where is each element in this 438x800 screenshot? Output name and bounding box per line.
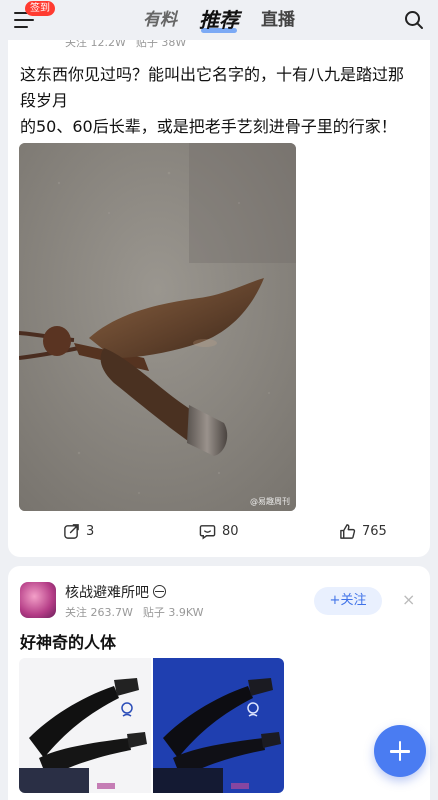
tab-recommend[interactable]: 推荐 [199, 7, 239, 33]
share-button[interactable]: 3 [63, 523, 94, 540]
image-watermark: @易趣周刊 [250, 497, 290, 506]
share-icon [64, 524, 79, 539]
post-card[interactable]: 关注 12.2W 贴子 38W 这东西你见过吗？能叫出它名字的，十有八九是踏过那段… [8, 14, 430, 557]
plus-icon[interactable] [374, 725, 426, 777]
top-nav-bar: 签到 有料 推荐 直播 [0, 0, 438, 40]
post-title[interactable]: 好神奇的人体 [20, 630, 418, 656]
search-icon[interactable] [404, 10, 424, 30]
forum-stats: 关注 263.7W 贴子 3.9KW [65, 604, 204, 620]
forum-level-icon [153, 585, 167, 598]
carved-object-photo [19, 143, 296, 511]
tab-youliao[interactable]: 有料 [143, 7, 177, 33]
comment-icon [199, 525, 216, 540]
post-title-line: 的50、60后长辈，或是把老手艺刻进骨子里的行家！ [20, 117, 397, 136]
feed-tabs: 有料 推荐 直播 [0, 7, 438, 33]
post-actions: 3 80 765 [8, 523, 430, 545]
close-icon[interactable]: × [402, 592, 415, 608]
forum-name[interactable]: 核战避难所吧 [65, 582, 167, 602]
post-image-left [19, 658, 151, 793]
post-image[interactable] [19, 658, 284, 793]
post-image[interactable]: @易趣周刊 [19, 143, 296, 511]
posts-count: 贴子 3.9KW [142, 606, 204, 619]
follow-button[interactable]: +关注 [314, 587, 382, 615]
tab-live[interactable]: 直播 [261, 7, 295, 33]
like-button[interactable]: 765 [339, 523, 387, 540]
post-title[interactable]: 这东西你见过吗？能叫出它名字的，十有八九是踏过那段岁月 的50、60后长辈，或是… [20, 62, 418, 140]
comment-count: 80 [222, 524, 239, 539]
post-image-right [153, 658, 284, 793]
share-count: 3 [86, 524, 95, 539]
post-card[interactable]: 核战避难所吧 关注 263.7W 贴子 3.9KW +关注 × 好神奇的人体 [8, 566, 430, 800]
post-title-line: 这东西你见过吗？能叫出它名字的，十有八九是踏过那段岁月 [20, 65, 405, 110]
author-row: 核战避难所吧 关注 263.7W 贴子 3.9KW +关注 × [8, 566, 430, 619]
followers-count: 关注 263.7W [65, 606, 133, 619]
like-icon [340, 524, 356, 539]
forum-avatar[interactable] [20, 582, 56, 618]
like-count: 765 [362, 524, 387, 539]
comment-button[interactable]: 80 [199, 523, 239, 540]
